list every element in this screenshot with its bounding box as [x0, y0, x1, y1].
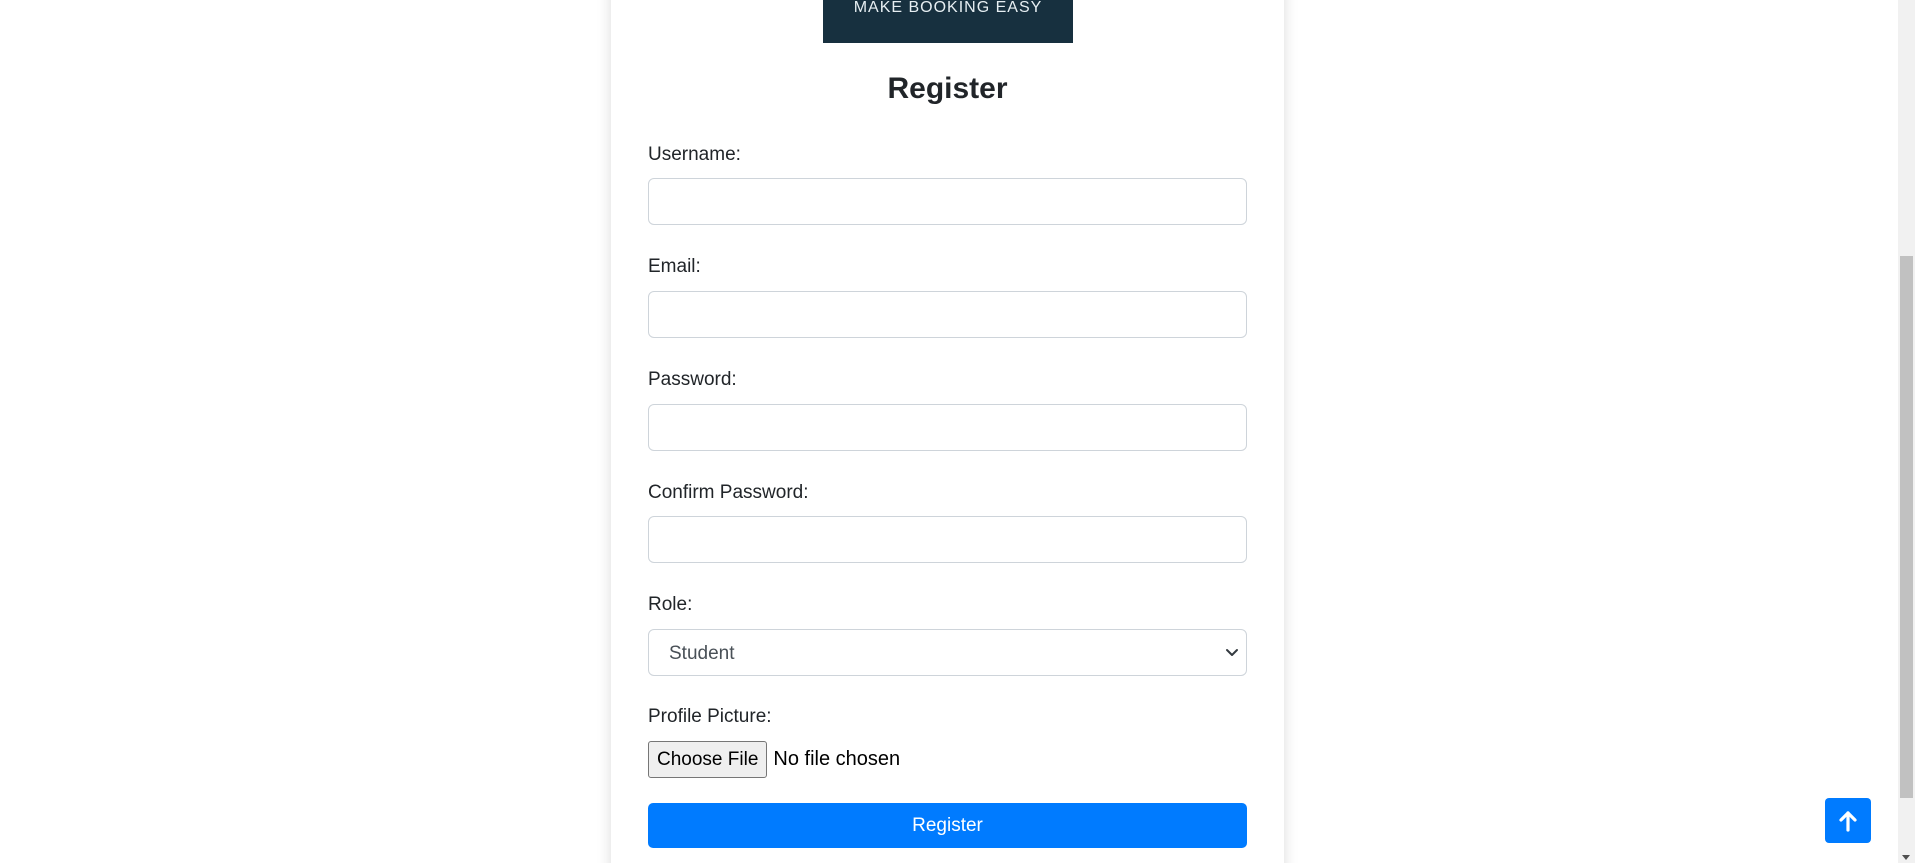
logo-banner: MAKE BOOKING EASY	[823, 0, 1073, 43]
page-title: Register	[887, 72, 1008, 105]
confirm-password-label: Confirm Password:	[648, 482, 809, 503]
profile-picture-label: Profile Picture:	[648, 706, 772, 727]
scrollbar-thumb[interactable]	[1900, 256, 1913, 798]
email-input[interactable]	[648, 291, 1247, 338]
choose-file-button[interactable]: Choose File	[648, 741, 768, 778]
password-input[interactable]	[648, 404, 1247, 451]
scroll-down-arrow-icon[interactable]	[1902, 855, 1910, 860]
arrow-up-icon	[1839, 810, 1857, 832]
confirm-password-input[interactable]	[648, 516, 1247, 563]
role-select[interactable]: Student	[648, 629, 1247, 676]
file-status: No file chosen	[773, 748, 901, 770]
back-to-top-button[interactable]	[1825, 798, 1871, 843]
profile-picture-input: Choose File No file chosen	[648, 741, 900, 778]
vertical-scrollbar[interactable]	[1898, 0, 1915, 863]
logo-tagline: MAKE BOOKING EASY	[853, 0, 1043, 16]
email-label: Email:	[648, 256, 701, 277]
register-button[interactable]: Register	[648, 803, 1247, 848]
page: MAKE BOOKING EASY Register Username: Ema…	[0, 0, 1915, 863]
chevron-down-icon	[1226, 649, 1238, 656]
role-label: Role:	[648, 594, 693, 615]
username-input[interactable]	[648, 178, 1247, 225]
role-select-value: Student	[669, 643, 735, 664]
username-label: Username:	[648, 144, 741, 165]
password-label: Password:	[648, 369, 737, 390]
